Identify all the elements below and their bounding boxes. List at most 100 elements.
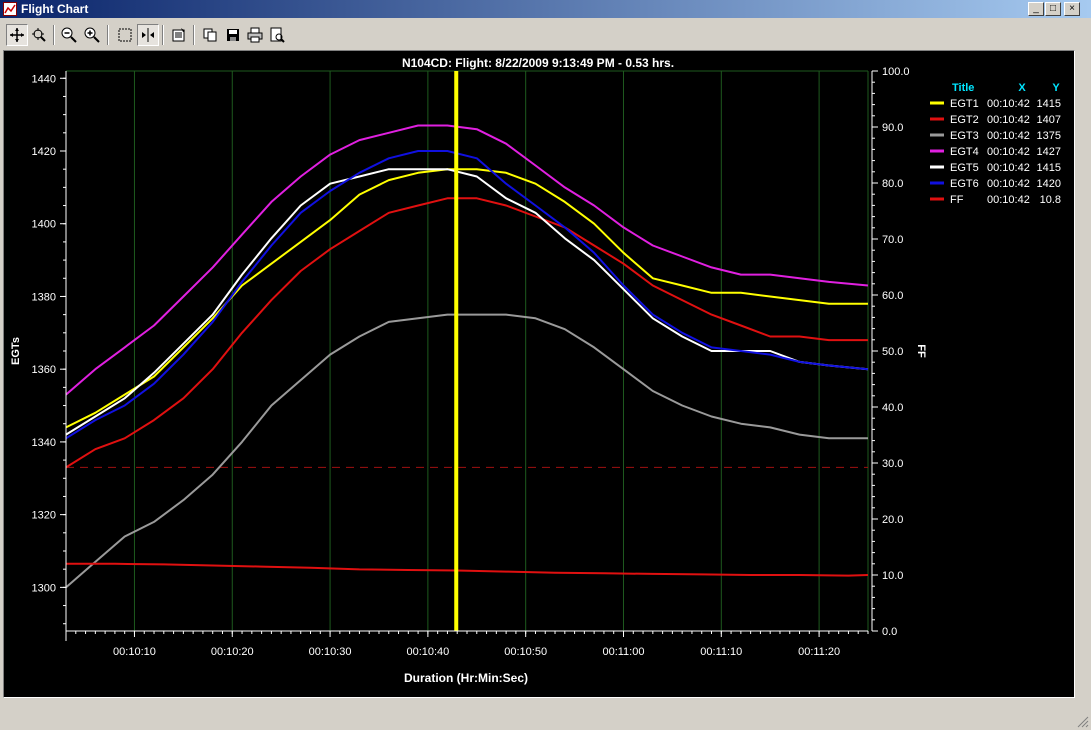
y2-axis-label: FF	[915, 344, 927, 358]
legend-series-name: EGT6	[950, 178, 979, 190]
y2-tick-label: 70.0	[882, 234, 903, 246]
close-button[interactable]: ×	[1064, 2, 1080, 16]
zoom-out-button[interactable]	[58, 24, 80, 46]
legend-series-name: EGT4	[950, 146, 979, 158]
y-tick-label: 1380	[32, 291, 56, 303]
status-bar	[0, 700, 1091, 730]
series-line-ff	[66, 562, 869, 577]
pan-button[interactable]	[6, 24, 28, 46]
series-line-egt1	[65, 168, 868, 429]
copy-button[interactable]	[199, 24, 221, 46]
x-tick-label: 00:10:40	[406, 646, 449, 658]
y2-tick-label: 50.0	[882, 346, 903, 358]
legend-series-x: 00:10:42	[987, 194, 1030, 206]
legend-series-name: EGT2	[950, 114, 979, 126]
print-preview-button[interactable]	[266, 24, 288, 46]
y-tick-label: 1320	[32, 510, 56, 522]
cursor-icon	[142, 28, 154, 42]
toolbar-separator	[53, 25, 55, 45]
flight-chart[interactable]: 00:10:10 00:10:20 00:10:30 00:10:40 00:10:50…	[4, 51, 1074, 697]
print-button[interactable]	[244, 24, 266, 46]
maximize-button[interactable]: □	[1045, 2, 1061, 16]
toolbar	[0, 21, 1091, 48]
legend-series-y: 1415	[1037, 162, 1061, 174]
legend-series-y: 1415	[1037, 98, 1061, 110]
pan-icon	[10, 28, 24, 42]
y-axis-label: EGTs	[10, 337, 22, 365]
legend-series-x: 00:10:42	[987, 98, 1030, 110]
minimize-button[interactable]: _	[1028, 2, 1044, 16]
y-tick-label: 1360	[32, 364, 56, 376]
select-box-button[interactable]	[114, 24, 136, 46]
y2-tick-label: 30.0	[882, 458, 903, 470]
save-icon	[227, 29, 239, 41]
x-tick-label: 00:11:10	[700, 646, 742, 658]
cursor-button[interactable]	[137, 24, 159, 46]
legend-series-name: FF	[950, 194, 964, 206]
chart-title: N104CD: Flight: 8/22/2009 9:13:49 PM - 0…	[402, 56, 674, 70]
legend-header-title: Title	[952, 82, 974, 94]
series-line-egt3	[65, 313, 868, 589]
print-icon	[247, 27, 263, 43]
y2-tick-label: 0.0	[882, 626, 897, 638]
y2-tick-label: 20.0	[882, 514, 903, 526]
y2-tick-label: 90.0	[882, 122, 903, 134]
legend-series-x: 00:10:42	[987, 146, 1030, 158]
zoom-in-button[interactable]	[81, 24, 103, 46]
y-tick-label: 1400	[32, 219, 56, 231]
chart-legend: Title X Y EGT1 00:10:42 1415 EGT2 00:10:42 1407 E…	[930, 82, 1061, 206]
x-axis-label: Duration (Hr:Min:Sec)	[404, 671, 528, 685]
legend-series-name: EGT3	[950, 130, 979, 142]
y2-tick-label: 60.0	[882, 290, 903, 302]
y-tick-label: 1420	[32, 146, 56, 158]
x-tick-label: 00:10:10	[113, 646, 156, 658]
legend-header-y: Y	[1052, 82, 1060, 94]
x-tick-label: 00:11:20	[798, 646, 840, 658]
y2-tick-label: 80.0	[882, 178, 903, 190]
legend-header-x: X	[1018, 82, 1026, 94]
zoom-in-icon	[84, 27, 100, 43]
print-preview-icon	[270, 27, 285, 43]
legend-series-name: EGT1	[950, 98, 979, 110]
legend-series-x: 00:10:42	[987, 130, 1030, 142]
legend-series-y: 1407	[1037, 114, 1061, 126]
window-title: Flight Chart	[21, 2, 89, 16]
legend-series-y: 1420	[1037, 178, 1061, 190]
x-tick-label: 00:10:50	[504, 646, 547, 658]
copy-icon	[203, 28, 217, 42]
y-tick-label: 1340	[32, 437, 56, 449]
y2-tick-label: 100.0	[882, 66, 910, 78]
save-button[interactable]	[222, 24, 244, 46]
chart-axes: 00:10:10 00:10:20 00:10:30 00:10:40 00:10:50…	[32, 66, 910, 658]
properties-icon	[172, 28, 185, 42]
zoom-box-button[interactable]	[28, 24, 50, 46]
toolbar-separator	[107, 25, 109, 45]
legend-series-y: 1427	[1037, 146, 1061, 158]
series-line-egt2	[65, 197, 868, 469]
legend-series-x: 00:10:42	[987, 178, 1030, 190]
chart-series	[65, 71, 869, 631]
properties-button[interactable]	[168, 24, 190, 46]
y-tick-label: 1440	[32, 73, 56, 85]
resize-grip-icon[interactable]	[1077, 716, 1089, 728]
y2-tick-label: 40.0	[882, 402, 903, 414]
title-bar: Flight Chart _ □ ×	[0, 0, 1091, 18]
toolbar-separator	[162, 25, 164, 45]
select-box-icon	[118, 28, 132, 42]
y2-tick-label: 10.0	[882, 570, 903, 582]
x-tick-label: 00:10:30	[309, 646, 352, 658]
toolbar-separator	[193, 25, 195, 45]
legend-series-name: EGT5	[950, 162, 979, 174]
series-line-egt4	[65, 124, 869, 396]
legend-series-x: 00:10:42	[987, 114, 1030, 126]
zoom-out-icon	[61, 27, 77, 43]
zoom-box-icon	[32, 28, 46, 42]
x-tick-label: 00:11:00	[602, 646, 644, 658]
window-side-border	[1076, 50, 1090, 698]
y-tick-label: 1300	[32, 582, 56, 594]
legend-series-y: 10.8	[1040, 194, 1061, 206]
legend-series-x: 00:10:42	[987, 162, 1030, 174]
chart-app-icon	[3, 2, 17, 16]
x-tick-label: 00:10:20	[211, 646, 254, 658]
chart-area[interactable]: 00:10:10 00:10:20 00:10:30 00:10:40 00:10:50…	[3, 50, 1075, 698]
